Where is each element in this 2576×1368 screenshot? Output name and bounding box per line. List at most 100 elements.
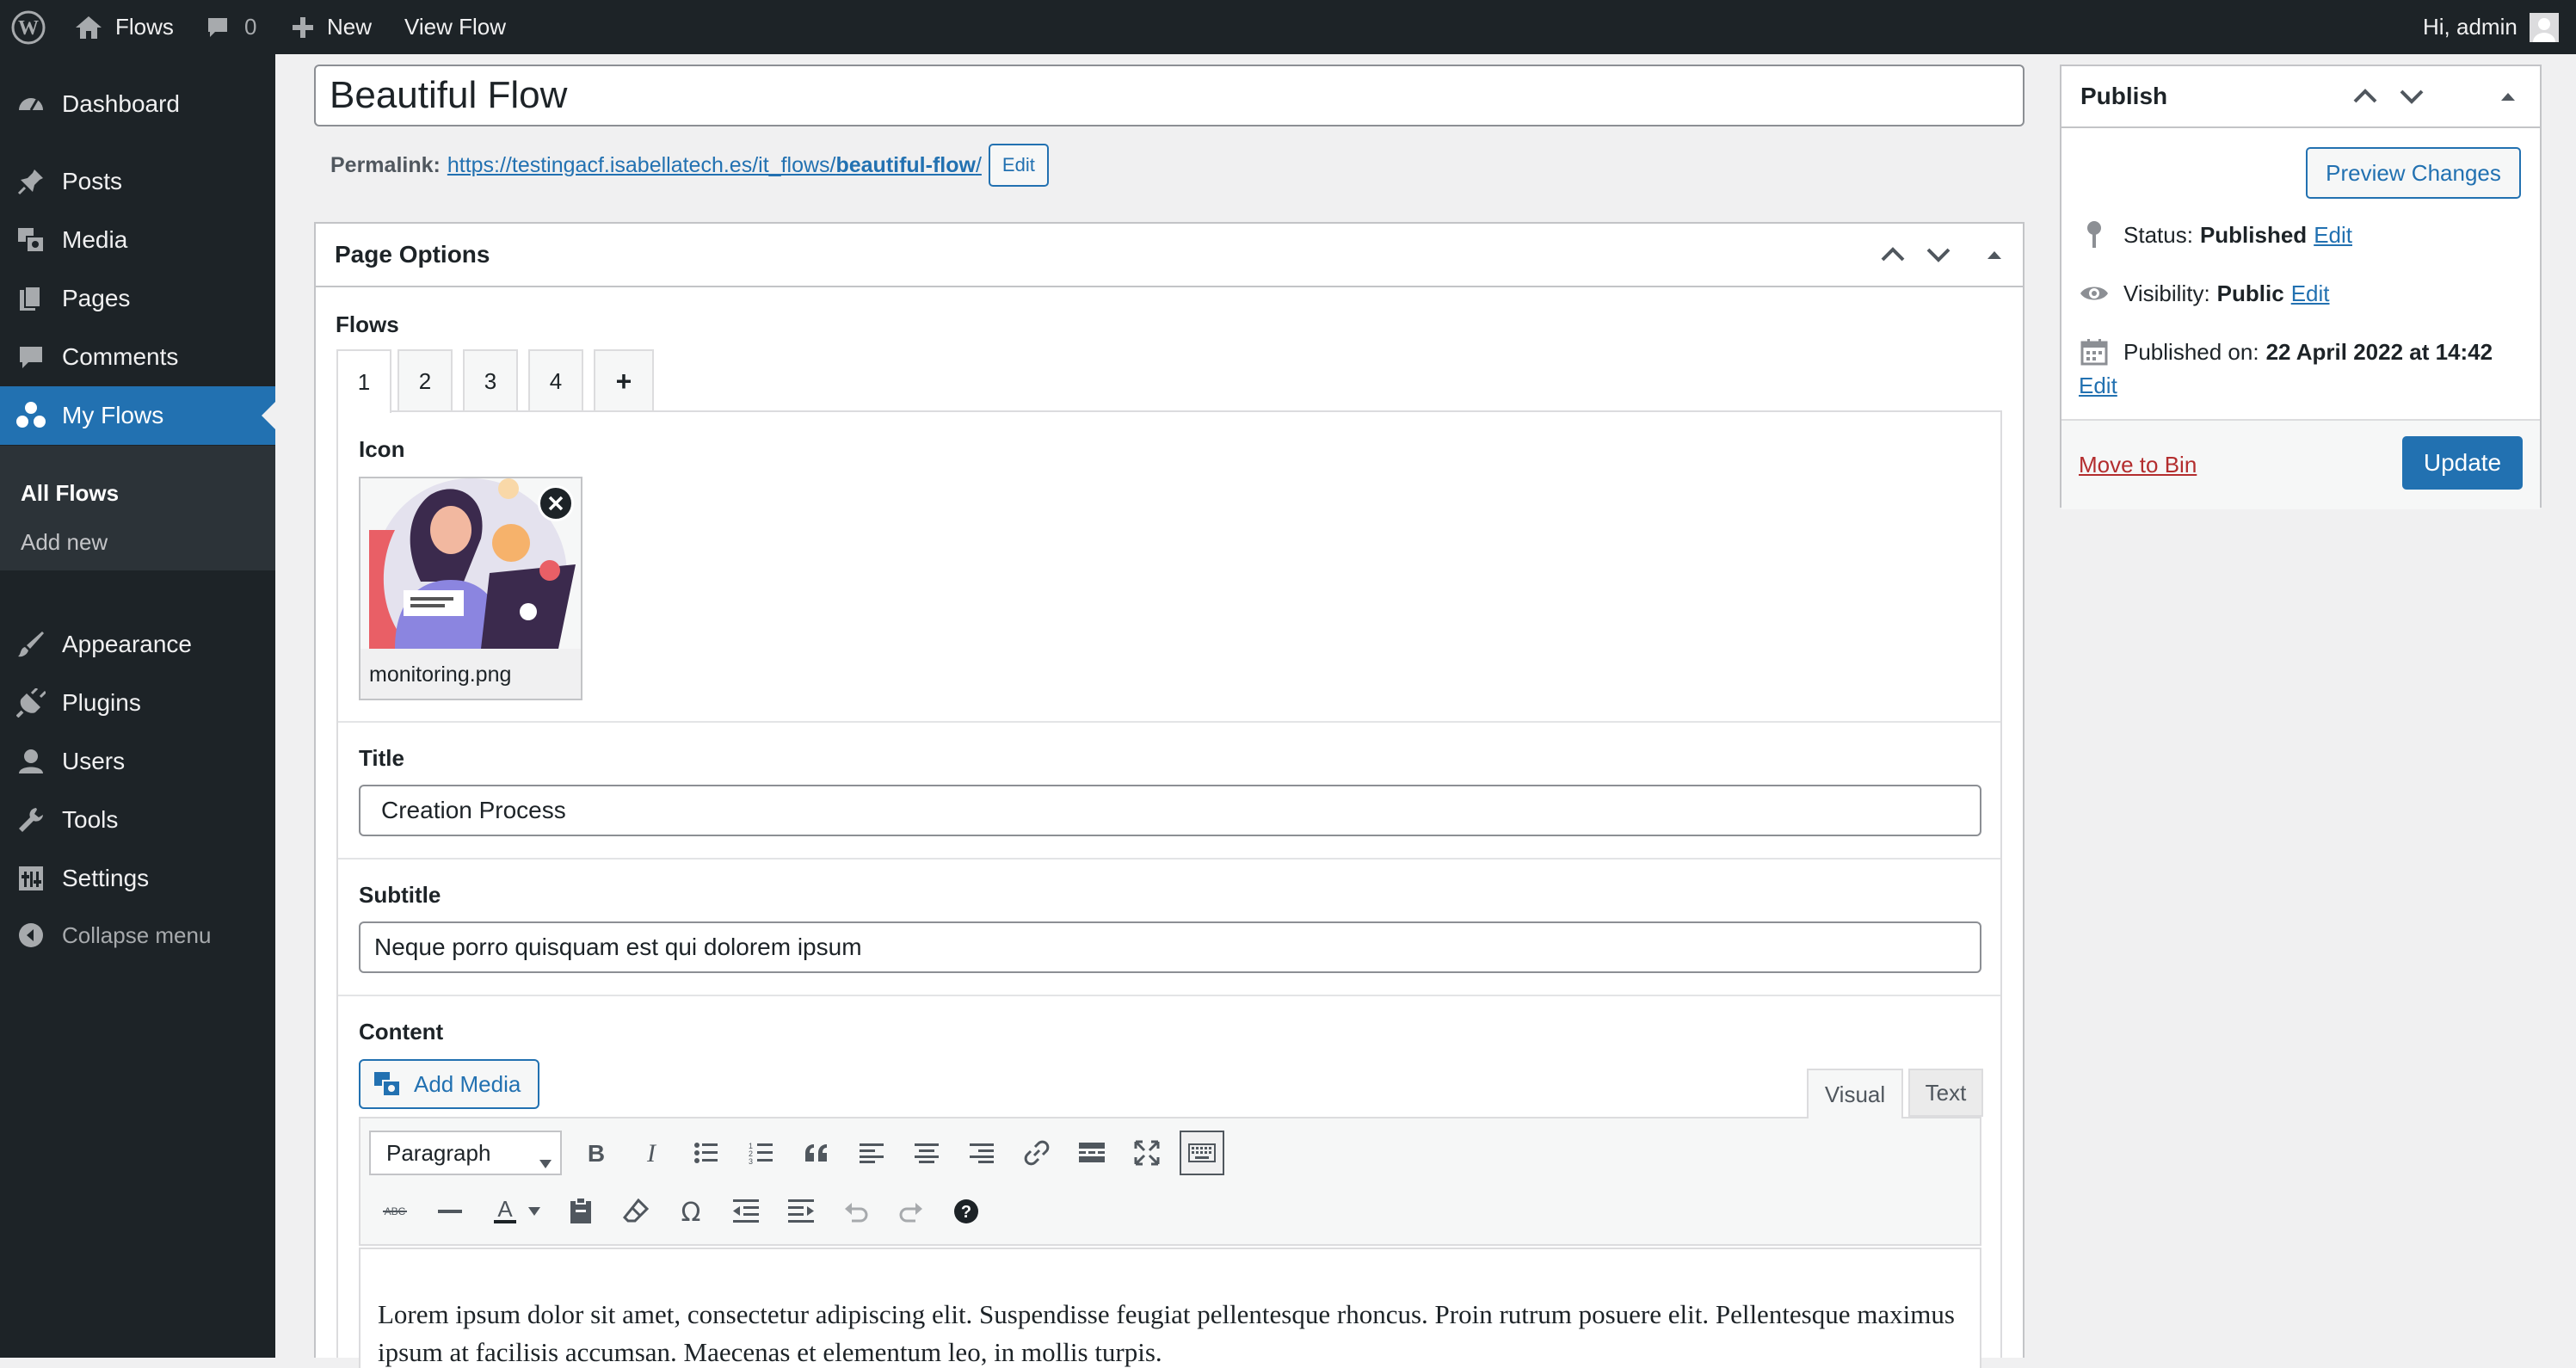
- toggle-panel-icon[interactable]: [1987, 224, 2002, 286]
- tab-flow-3[interactable]: 3: [463, 349, 518, 411]
- blockquote-icon[interactable]: [794, 1131, 839, 1175]
- field-divider: [338, 858, 2000, 860]
- menu-label: Settings: [62, 865, 150, 891]
- outdent-icon[interactable]: [724, 1189, 768, 1234]
- menu-item-appearance[interactable]: Appearance: [0, 615, 275, 674]
- field-divider: [338, 995, 2000, 996]
- status-label: Status:: [2123, 221, 2193, 248]
- update-button[interactable]: Update: [2402, 436, 2523, 490]
- horizontal-line-icon[interactable]: [428, 1189, 472, 1234]
- preview-changes-button[interactable]: Preview Changes: [2306, 147, 2521, 199]
- menu-item-pages[interactable]: Pages: [0, 269, 275, 328]
- link-icon[interactable]: [1014, 1131, 1059, 1175]
- svg-text:Ω: Ω: [681, 1199, 701, 1224]
- format-select[interactable]: Paragraph: [369, 1131, 562, 1175]
- permalink-prefix: https://testingacf.isabellatech.es/it_fl…: [447, 152, 836, 177]
- menu-item-settings[interactable]: Settings: [0, 849, 275, 908]
- menu-item-plugins[interactable]: Plugins: [0, 674, 275, 732]
- flow-title-input[interactable]: Creation Process: [359, 785, 1981, 836]
- bullet-list-icon[interactable]: [684, 1131, 729, 1175]
- edit-status-link[interactable]: Edit: [2314, 222, 2352, 249]
- flow-subtitle-input[interactable]: Neque porro quisquam est qui dolorem ips…: [359, 921, 1981, 973]
- svg-text:B: B: [588, 1142, 605, 1164]
- edit-date-link[interactable]: Edit: [2079, 373, 2117, 399]
- toggle-panel-icon[interactable]: [2500, 66, 2516, 126]
- tab-flow-1[interactable]: 1: [336, 349, 391, 413]
- add-media-button[interactable]: Add Media: [359, 1059, 539, 1109]
- dashboard-icon: [15, 89, 46, 120]
- comment-icon: [205, 15, 231, 40]
- comments-link[interactable]: 0: [205, 0, 256, 54]
- numbered-list-icon[interactable]: 123: [739, 1131, 784, 1175]
- site-name-link[interactable]: Flows: [74, 0, 174, 54]
- menu-item-users[interactable]: Users: [0, 732, 275, 791]
- help-icon[interactable]: ?: [944, 1189, 989, 1234]
- fullscreen-icon[interactable]: [1125, 1131, 1169, 1175]
- view-flow-link[interactable]: View Flow: [404, 0, 506, 54]
- menu-item-my-flows[interactable]: My Flows: [0, 386, 275, 445]
- read-more-icon[interactable]: [1069, 1131, 1114, 1175]
- menu-item-posts[interactable]: Posts: [0, 152, 275, 211]
- italic-icon[interactable]: I: [629, 1131, 674, 1175]
- wordpress-logo-icon[interactable]: W: [10, 0, 46, 54]
- submenu-add-new[interactable]: Add new: [21, 529, 108, 556]
- toolbar-toggle-icon[interactable]: [1180, 1131, 1224, 1175]
- view-flow-label: View Flow: [404, 14, 507, 40]
- paste-text-icon[interactable]: [558, 1189, 603, 1234]
- tab-flow-2[interactable]: 2: [397, 349, 453, 411]
- admin-bar: W Flows 0 New View Flow Hi, admin: [0, 0, 2576, 54]
- tab-visual[interactable]: Visual: [1807, 1069, 1903, 1118]
- groups-icon: [15, 400, 46, 431]
- new-content-link[interactable]: New: [291, 0, 372, 54]
- tab-text[interactable]: Text: [1908, 1069, 1983, 1117]
- edit-visibility-link[interactable]: Edit: [2291, 280, 2330, 307]
- permalink-link[interactable]: https://testingacf.isabellatech.es/it_fl…: [447, 153, 982, 178]
- menu-label: Media: [62, 226, 128, 253]
- bold-icon[interactable]: B: [574, 1131, 619, 1175]
- submenu-all-flows[interactable]: All Flows: [21, 480, 119, 507]
- published-on-row: Published on: 22 April 2022 at 14:42: [2079, 335, 2493, 369]
- special-character-icon[interactable]: Ω: [669, 1189, 713, 1234]
- status-value: Published: [2199, 221, 2308, 248]
- indent-icon[interactable]: [779, 1189, 823, 1234]
- remove-icon-button[interactable]: [538, 485, 574, 521]
- publish-box: Publish Preview Changes Status: Publishe…: [2060, 65, 2542, 509]
- align-center-icon[interactable]: [904, 1131, 949, 1175]
- editor-content-area[interactable]: Lorem ipsum dolor sit amet, consectetur …: [359, 1248, 1981, 1368]
- brush-icon: [15, 629, 46, 660]
- greeting-label: Hi, admin: [2423, 14, 2517, 40]
- move-up-icon[interactable]: [2352, 66, 2378, 126]
- align-right-icon[interactable]: [959, 1131, 1004, 1175]
- field-divider: [338, 721, 2000, 723]
- collapse-menu-button[interactable]: Collapse menu: [0, 906, 275, 964]
- icon-image-preview[interactable]: monitoring.png: [359, 477, 582, 700]
- move-down-icon[interactable]: [2399, 66, 2425, 126]
- tab-flow-4[interactable]: 4: [528, 349, 583, 411]
- move-to-bin-link[interactable]: Move to Bin: [2079, 452, 2197, 478]
- menu-item-media[interactable]: Media: [0, 211, 275, 269]
- menu-label: Collapse menu: [62, 921, 212, 948]
- collapse-icon: [15, 920, 46, 951]
- move-down-icon[interactable]: [1926, 224, 1951, 286]
- content-field-label: Content: [359, 1019, 444, 1044]
- text-color-dropdown-icon[interactable]: [524, 1189, 545, 1234]
- undo-icon[interactable]: [834, 1189, 878, 1234]
- menu-item-comments[interactable]: Comments: [0, 328, 275, 386]
- edit-permalink-button[interactable]: Edit: [988, 144, 1049, 187]
- menu-label: Posts: [62, 168, 123, 194]
- add-flow-tab-button[interactable]: +: [594, 349, 654, 411]
- post-title-input[interactable]: Beautiful Flow: [314, 65, 2024, 126]
- move-up-icon[interactable]: [1880, 224, 1906, 286]
- align-left-icon[interactable]: [849, 1131, 894, 1175]
- menu-item-tools[interactable]: Tools: [0, 791, 275, 849]
- text-color-icon[interactable]: A: [483, 1189, 527, 1234]
- my-account-link[interactable]: Hi, admin: [2423, 0, 2559, 54]
- published-label: Published on:: [2123, 338, 2259, 365]
- strikethrough-icon[interactable]: ABC: [373, 1189, 417, 1234]
- clear-formatting-icon[interactable]: [613, 1189, 658, 1234]
- menu-item-dashboard[interactable]: Dashboard: [0, 75, 275, 133]
- redo-icon[interactable]: [889, 1189, 934, 1234]
- menu-label: Tools: [62, 806, 119, 833]
- menu-label: Users: [62, 748, 126, 774]
- publish-title: Publish: [2080, 83, 2168, 109]
